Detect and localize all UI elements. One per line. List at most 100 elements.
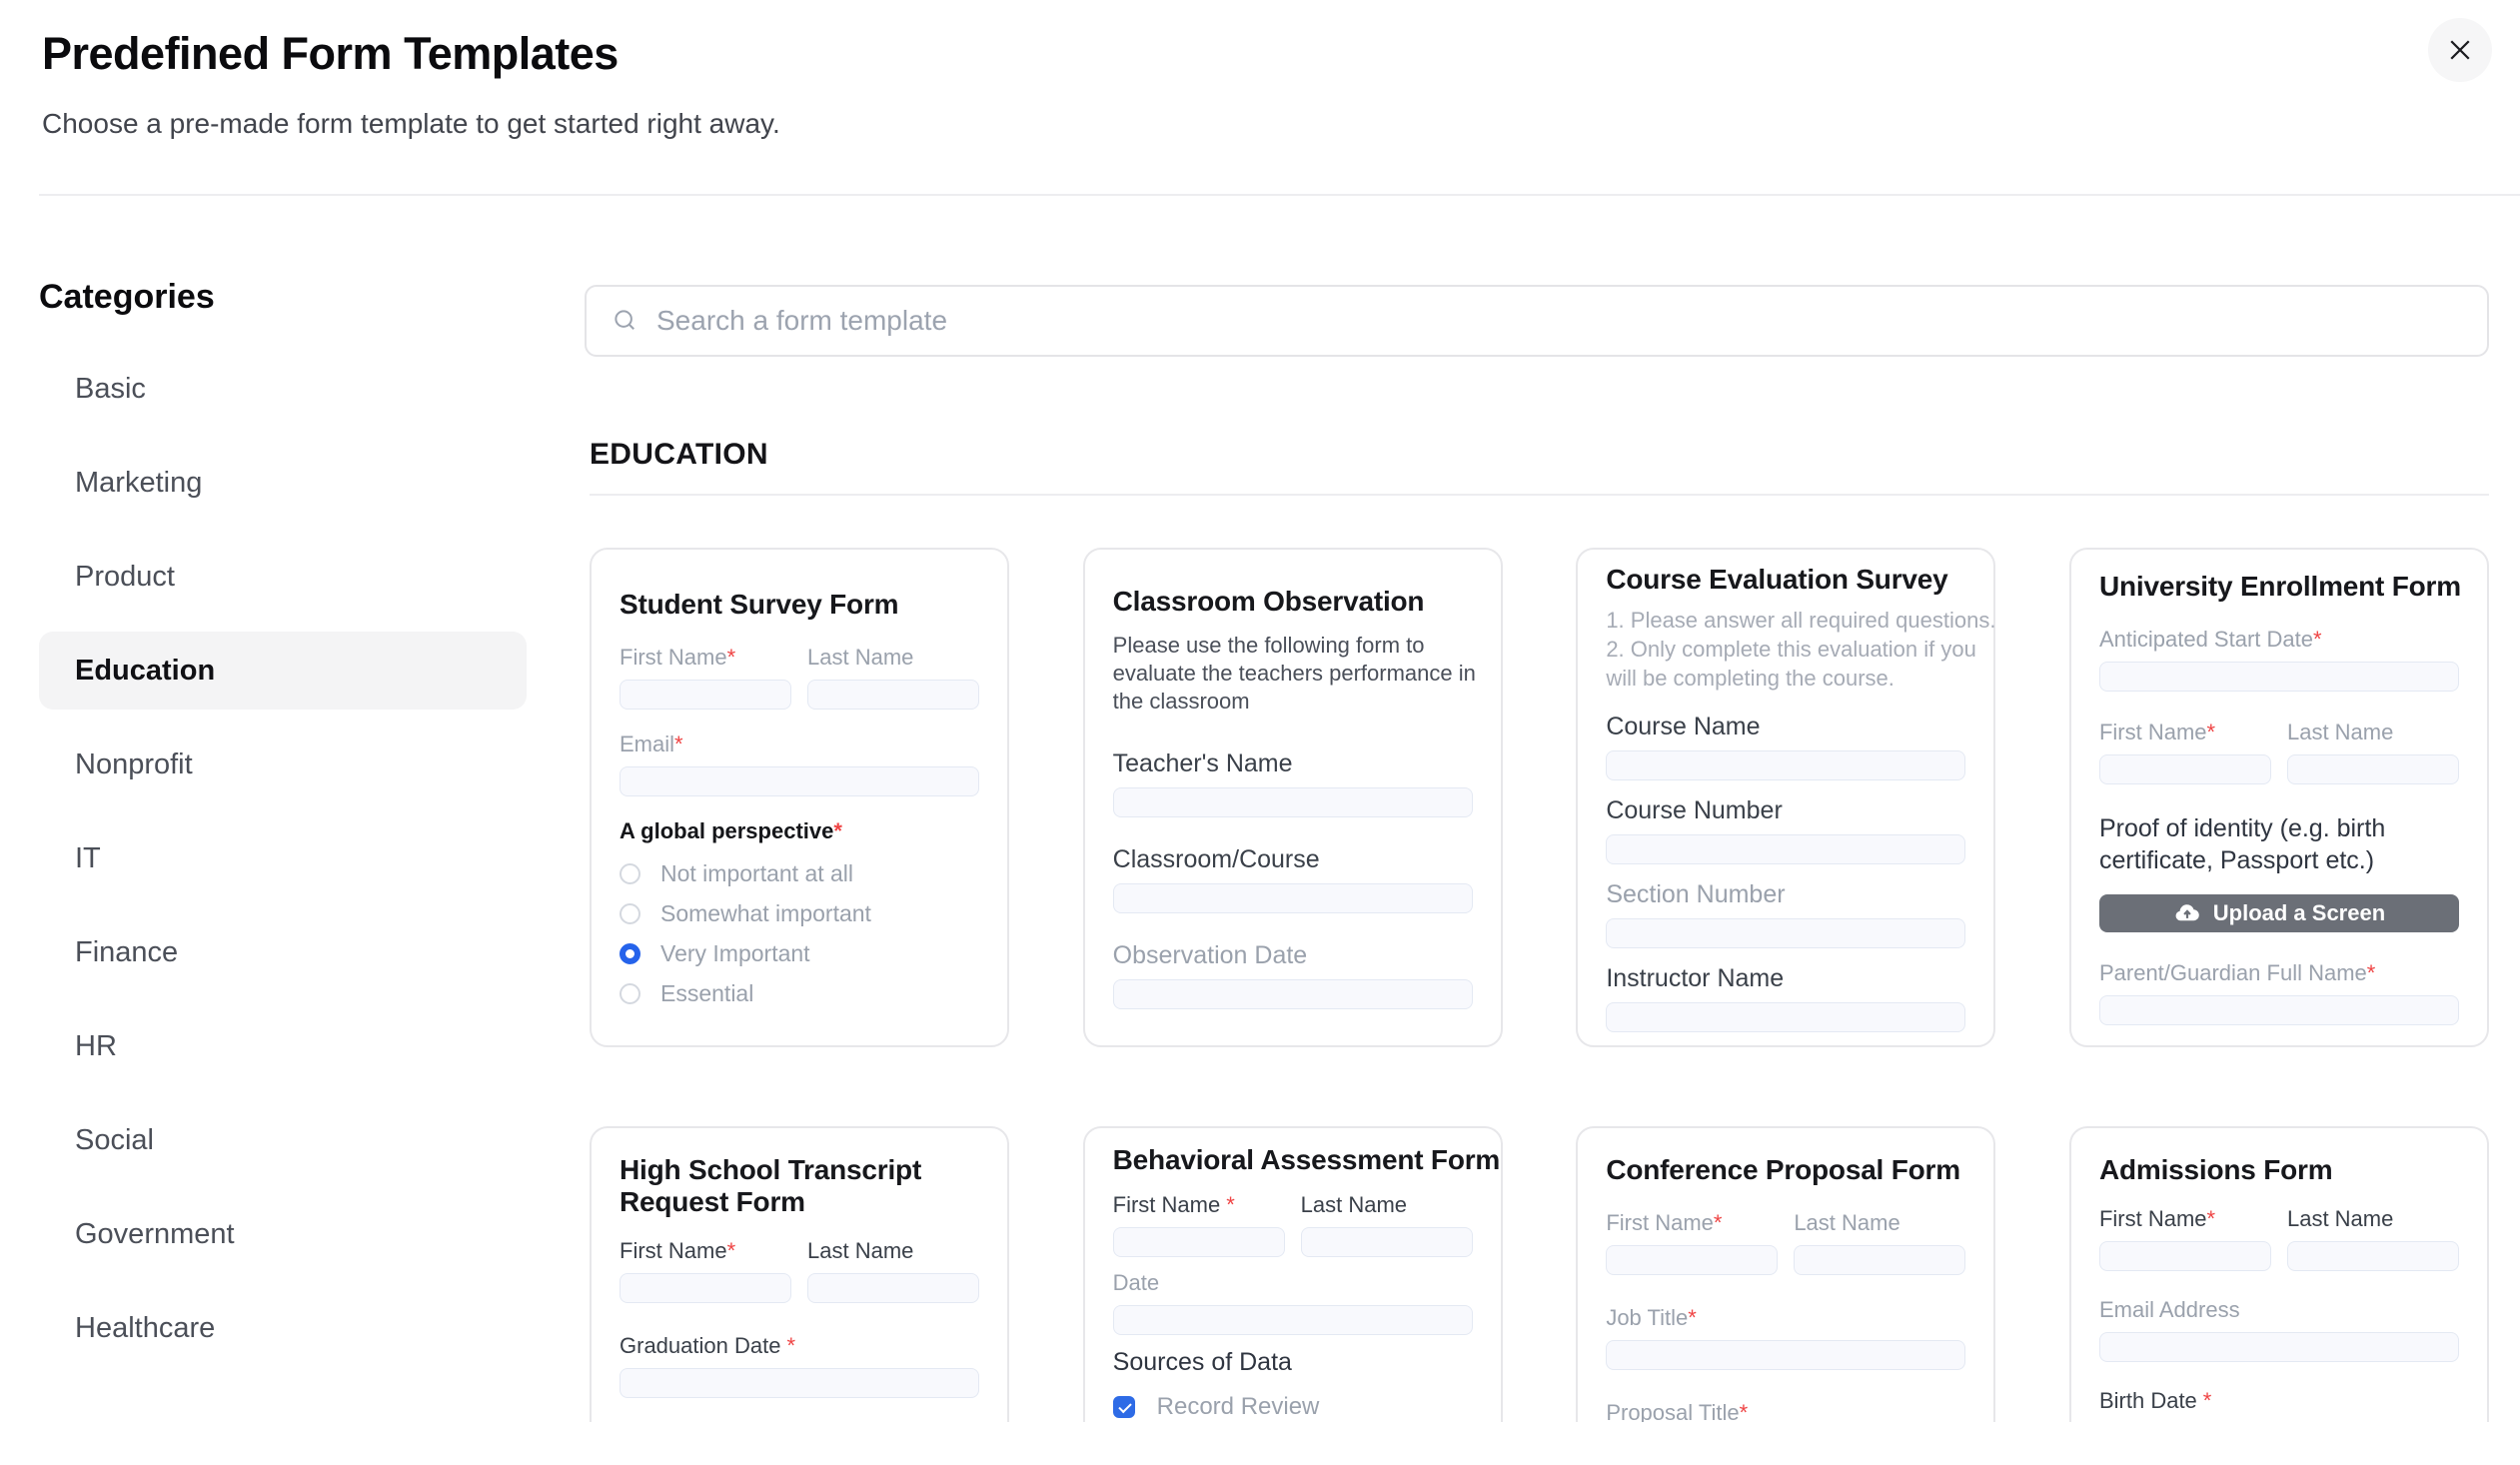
- required-asterisk: *: [674, 732, 683, 756]
- job-title-group: Job Title*: [1606, 1305, 1965, 1370]
- required-asterisk: *: [2203, 1388, 2212, 1413]
- course-name-field: [1606, 750, 1965, 780]
- card-title: Course Evaluation Survey: [1606, 564, 1965, 596]
- required-asterisk: *: [2207, 720, 2216, 744]
- date-group: Date: [1113, 1270, 1473, 1335]
- categories-list: Basic Marketing Product Education Nonpro…: [39, 350, 527, 1383]
- course-number-field: [1606, 834, 1965, 864]
- sidebar-item-social[interactable]: Social: [39, 1101, 527, 1179]
- template-grid: Student Survey Form First Name* Last Nam…: [590, 548, 2489, 1422]
- sidebar-item-finance[interactable]: Finance: [39, 913, 527, 991]
- sidebar-item-nonprofit[interactable]: Nonprofit: [39, 726, 527, 803]
- card-description: 1. Please answer all required questions.…: [1606, 606, 1965, 693]
- email-address-field: [2099, 1332, 2459, 1362]
- last-name-field: [1794, 1245, 1965, 1275]
- first-name-field: [620, 1273, 791, 1303]
- categories-heading: Categories: [39, 278, 215, 317]
- required-asterisk: *: [1226, 1192, 1235, 1217]
- required-asterisk: *: [727, 1238, 736, 1263]
- proof-of-identity-label: Proof of identity (e.g. birth certificat…: [2099, 812, 2459, 876]
- job-title-field: [1606, 1340, 1965, 1370]
- first-name-field: [1606, 1245, 1778, 1275]
- classroom-course-group: Classroom/Course: [1113, 845, 1473, 913]
- required-asterisk: *: [786, 1333, 795, 1358]
- radio-option: Somewhat important: [620, 900, 979, 927]
- search-bar: [585, 285, 2489, 357]
- name-fields: First Name* Last Name: [1606, 1210, 1965, 1275]
- page-subtitle: Choose a pre-made form template to get s…: [42, 108, 780, 140]
- observation-date-field: [1113, 979, 1473, 1009]
- close-button[interactable]: [2428, 18, 2492, 82]
- observation-date-group: Observation Date: [1113, 941, 1473, 1009]
- sidebar-item-product[interactable]: Product: [39, 538, 527, 616]
- search-icon: [611, 306, 640, 336]
- checkbox-option-checked: Record Review: [1113, 1393, 1473, 1421]
- classroom-course-field: [1113, 883, 1473, 913]
- section-divider: [590, 494, 2489, 496]
- radio-unselected-icon: [620, 903, 640, 924]
- first-name-field: [620, 680, 791, 710]
- required-asterisk: *: [727, 645, 736, 670]
- first-name-field: [1113, 1227, 1285, 1257]
- section-heading-education: EDUCATION: [590, 438, 768, 472]
- radio-unselected-icon: [620, 863, 640, 884]
- template-card-classroom-observation[interactable]: Classroom Observation Please use the fol…: [1083, 548, 1503, 1047]
- section-number-field: [1606, 918, 1965, 948]
- sidebar-item-government[interactable]: Government: [39, 1195, 527, 1273]
- close-icon: [2445, 35, 2475, 65]
- name-fields: First Name* Last Name: [2099, 1206, 2459, 1271]
- card-title: Student Survey Form: [620, 589, 979, 621]
- required-asterisk: *: [2207, 1206, 2216, 1231]
- sidebar-item-it[interactable]: IT: [39, 819, 527, 897]
- graduation-date-group: Graduation Date*: [620, 1333, 979, 1398]
- graduation-date-field: [620, 1368, 979, 1398]
- card-title: Behavioral Assessment Form: [1113, 1144, 1473, 1176]
- radio-selected-icon: [620, 943, 640, 964]
- template-card-hs-transcript-request[interactable]: High School Transcript Request Form Firs…: [590, 1126, 1009, 1422]
- guardian-group: Parent/Guardian Full Name*: [2099, 960, 2459, 1025]
- sidebar-item-hr[interactable]: HR: [39, 1007, 527, 1085]
- required-asterisk: *: [1714, 1210, 1723, 1235]
- checkbox-group: Sources of Data Record Review Scatterplo…: [1113, 1348, 1473, 1422]
- required-asterisk: *: [1740, 1400, 1749, 1422]
- name-fields: First Name* Last Name: [2099, 720, 2459, 784]
- last-name-field: [2287, 754, 2459, 784]
- sidebar-item-basic[interactable]: Basic: [39, 350, 527, 428]
- birth-date-group: Birth Date*: [2099, 1388, 2459, 1422]
- template-card-admissions[interactable]: Admissions Form First Name* Last Name Em…: [2069, 1126, 2489, 1422]
- course-name-group: Course Name: [1606, 713, 1965, 780]
- section-number-group: Section Number: [1606, 880, 1965, 948]
- template-card-student-survey[interactable]: Student Survey Form First Name* Last Nam…: [590, 548, 1009, 1047]
- date-field: [1113, 1305, 1473, 1335]
- teachers-name-field: [1113, 787, 1473, 817]
- template-card-university-enrollment[interactable]: University Enrollment Form Anticipated S…: [2069, 548, 2489, 1047]
- checkbox-checked-icon: [1113, 1396, 1135, 1418]
- template-card-behavioral-assessment[interactable]: Behavioral Assessment Form First Name* L…: [1083, 1126, 1503, 1422]
- card-title: High School Transcript Request Form: [620, 1154, 979, 1218]
- upload-group: Upload a Screen: [2099, 894, 2459, 932]
- instructor-name-group: Instructor Name: [1606, 964, 1965, 1032]
- search-input[interactable]: [656, 305, 2463, 337]
- name-fields: First Name* Last Name: [620, 1238, 979, 1303]
- card-title: Conference Proposal Form: [1606, 1154, 1965, 1186]
- first-name-field: [2099, 1241, 2271, 1271]
- card-title: University Enrollment Form: [2099, 571, 2459, 603]
- last-name-field: [1301, 1227, 1473, 1257]
- template-card-conference-proposal[interactable]: Conference Proposal Form First Name* Las…: [1576, 1126, 1995, 1422]
- email-field: [620, 766, 979, 796]
- last-name-field: [807, 1273, 979, 1303]
- sidebar-item-education[interactable]: Education: [39, 632, 527, 710]
- required-asterisk: *: [2313, 627, 2322, 652]
- email-field-group: Email*: [620, 732, 979, 796]
- radio-unselected-icon: [620, 983, 640, 1004]
- guardian-field: [2099, 995, 2459, 1025]
- required-asterisk: *: [833, 818, 842, 843]
- first-name-field: [2099, 754, 2271, 784]
- teachers-name-group: Teacher's Name: [1113, 749, 1473, 817]
- start-date-field: [2099, 662, 2459, 692]
- card-description: Please use the following form to evaluat…: [1113, 632, 1473, 716]
- template-card-course-evaluation[interactable]: Course Evaluation Survey 1. Please answe…: [1576, 548, 1995, 1047]
- sidebar-item-healthcare[interactable]: Healthcare: [39, 1289, 527, 1367]
- name-fields: First Name* Last Name: [620, 645, 979, 710]
- sidebar-item-marketing[interactable]: Marketing: [39, 444, 527, 522]
